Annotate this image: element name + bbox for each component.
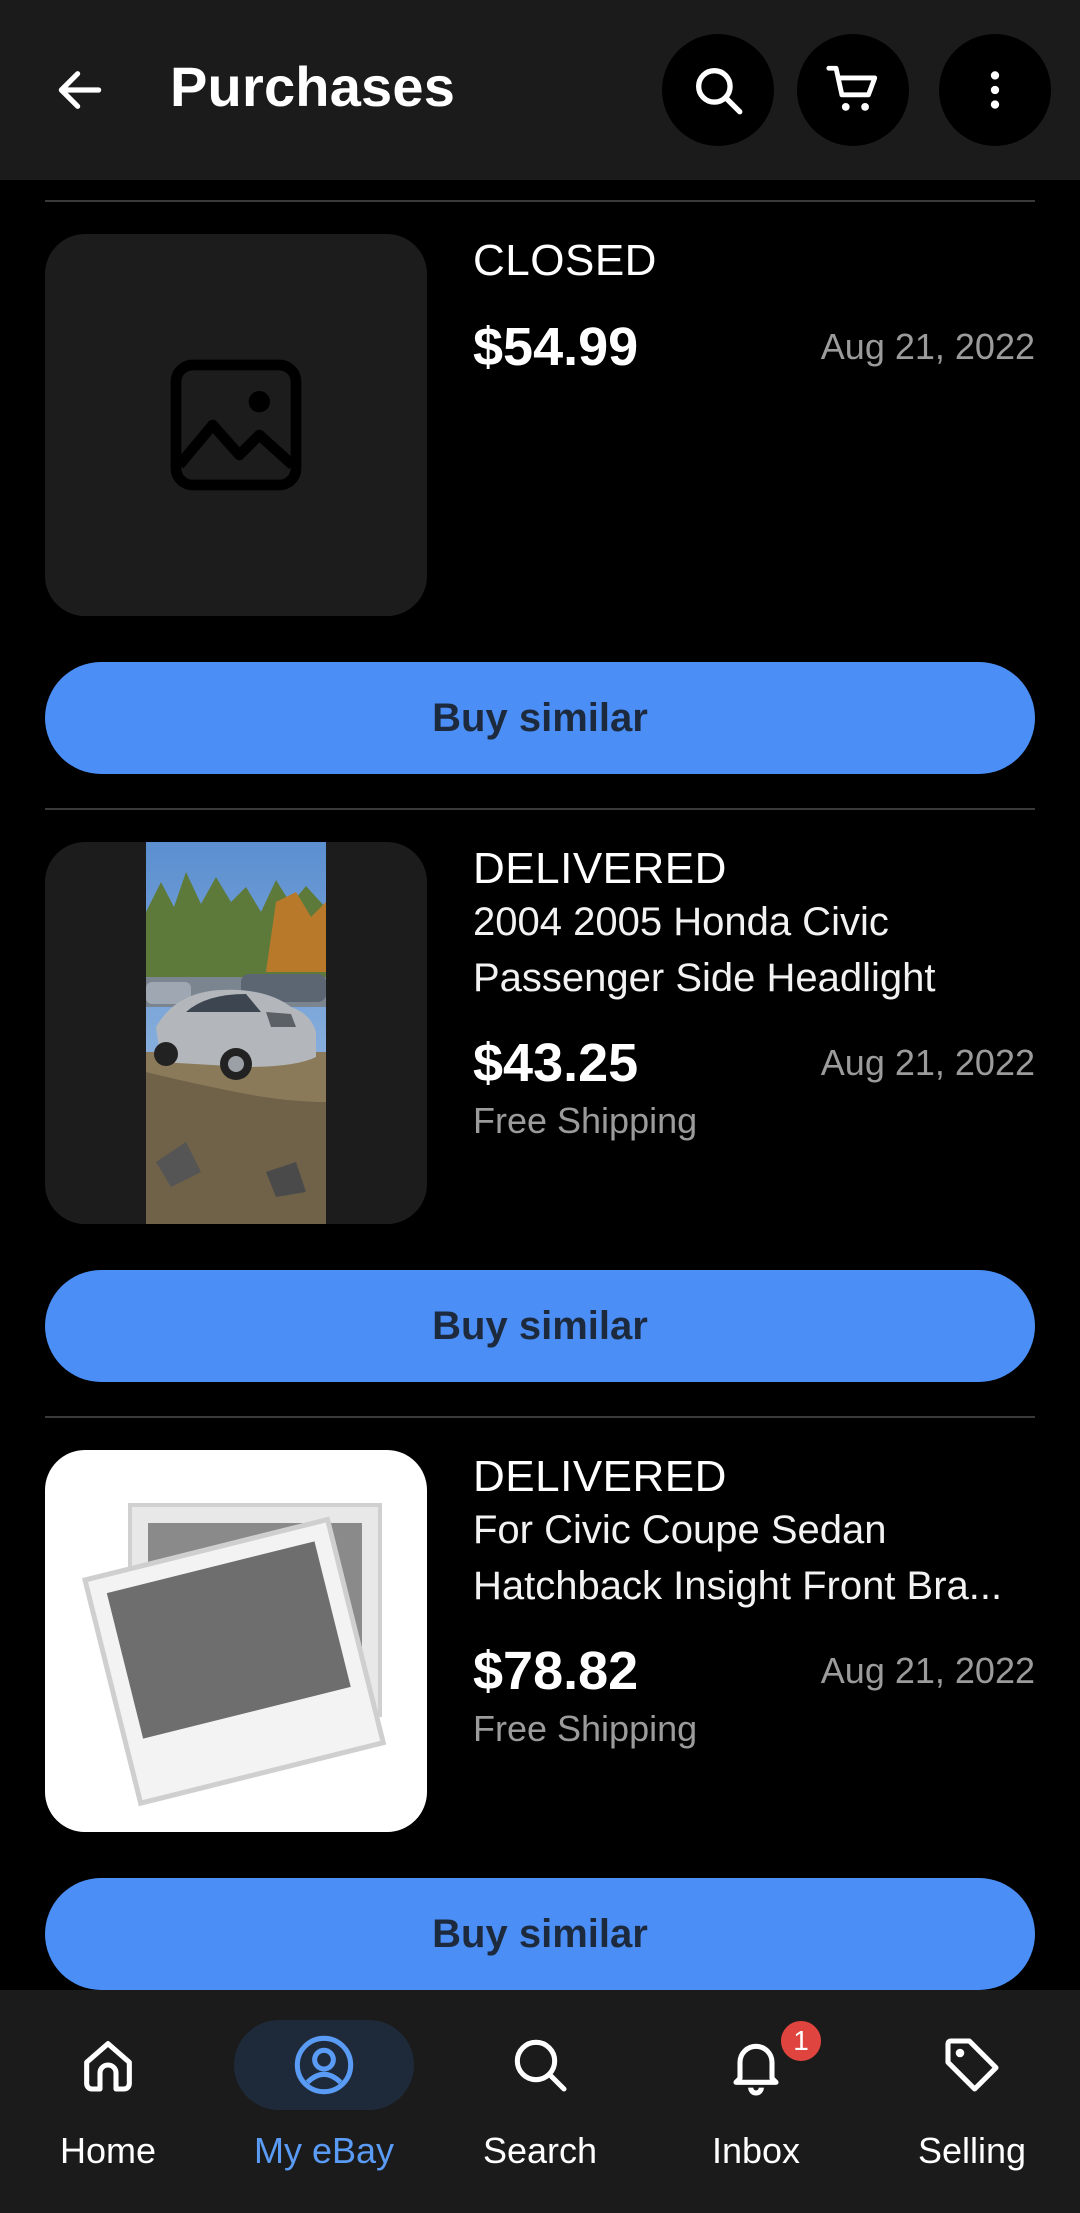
nav-label-home: Home: [59, 2130, 157, 2171]
car-photo: [146, 842, 326, 1224]
purchases-list: CLOSED $54.99 Aug 21, 2022 Buy similar D…: [0, 180, 1080, 1990]
shipping-info: Free Shipping: [473, 1100, 698, 1141]
purchase-date: Aug 21, 2022: [820, 1650, 1035, 1691]
item-thumbnail[interactable]: [45, 842, 427, 1224]
search-icon: [696, 68, 743, 115]
item-title-line-1[interactable]: 2004 2005 Honda Civic: [473, 900, 1038, 945]
buy-similar-button[interactable]: Buy similar: [45, 662, 1035, 774]
nav-label-inbox: Inbox: [711, 2130, 801, 2171]
purchase-date: Aug 21, 2022: [820, 326, 1035, 367]
more-options-button[interactable]: [939, 34, 1051, 146]
item-price: $43.25: [473, 1033, 639, 1093]
divider: [45, 1416, 1035, 1418]
nav-search[interactable]: Search: [440, 2020, 640, 2190]
buy-similar-button[interactable]: Buy similar: [45, 1270, 1035, 1382]
back-button[interactable]: [40, 50, 120, 130]
nav-inbox[interactable]: 1 Inbox: [656, 2018, 856, 2190]
divider: [45, 200, 1035, 202]
nav-label-selling: Selling: [917, 2130, 1027, 2171]
top-app-bar: Purchases: [0, 0, 1080, 180]
item-price: $78.82: [473, 1641, 639, 1701]
order-status: DELIVERED: [473, 844, 727, 893]
cart-button[interactable]: [797, 34, 909, 146]
purchases-screen: Purchases CLOSED $54.99 Aug 21, 2022 Buy…: [0, 0, 1080, 2213]
photo-stack-placeholder: [81, 1503, 387, 1807]
order-status: CLOSED: [473, 236, 657, 285]
more-vertical-icon: [990, 71, 1000, 109]
nav-selling[interactable]: Selling: [872, 2020, 1072, 2190]
user-circle-icon: [294, 2035, 354, 2095]
nav-icon-container: [882, 2020, 1062, 2110]
nav-icon-container: 1: [666, 2018, 846, 2110]
order-status: DELIVERED: [473, 1452, 727, 1501]
arrow-left-icon: [58, 71, 102, 109]
tag-icon: [945, 2038, 999, 2092]
home-icon: [84, 2041, 132, 2092]
shipping-info: Free Shipping: [473, 1708, 698, 1749]
nav-icon-container: [450, 2020, 630, 2110]
item-thumbnail[interactable]: [45, 234, 427, 616]
item-title-line-2[interactable]: Hatchback Insight Front Bra...: [473, 1564, 1038, 1609]
divider: [45, 808, 1035, 810]
nav-my-ebay[interactable]: My eBay: [224, 2020, 424, 2190]
item-thumbnail[interactable]: [45, 1450, 427, 1832]
nav-icon-container: [18, 2020, 198, 2110]
bottom-navigation: Home My eBay Search 1 Inbox Selling: [0, 1990, 1080, 2213]
nav-home[interactable]: Home: [8, 2020, 208, 2190]
purchase-date: Aug 21, 2022: [820, 1042, 1035, 1083]
item-price: $54.99: [473, 317, 639, 377]
nav-icon-container: [234, 2020, 414, 2110]
cart-icon: [826, 65, 878, 111]
nav-label-my-ebay: My eBay: [253, 2130, 395, 2171]
nav-label-search: Search: [482, 2130, 598, 2171]
item-title-line-2[interactable]: Passenger Side Headlight: [473, 956, 1038, 1001]
page-title: Purchases: [170, 55, 456, 118]
image-placeholder-icon: [170, 359, 302, 491]
item-title-line-1[interactable]: For Civic Coupe Sedan: [473, 1508, 1038, 1553]
buy-similar-button[interactable]: Buy similar: [45, 1878, 1035, 1990]
search-button[interactable]: [662, 34, 774, 146]
inbox-badge: 1: [778, 2018, 824, 2064]
search-icon: [514, 2039, 567, 2092]
